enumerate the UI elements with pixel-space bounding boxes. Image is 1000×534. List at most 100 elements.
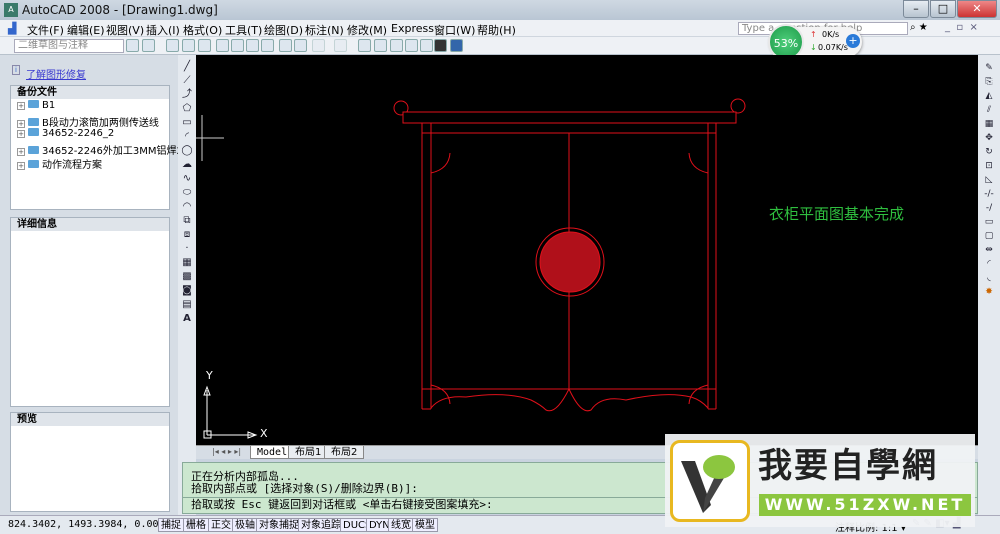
construction-line-icon[interactable]: ⟋: [181, 75, 193, 87]
app-menu-icon[interactable]: ▟: [8, 22, 16, 35]
menu-view[interactable]: 视图(V): [106, 22, 144, 38]
menu-modify[interactable]: 修改(M): [347, 22, 387, 38]
fillet2-icon[interactable]: ◟: [983, 273, 995, 284]
erase-icon[interactable]: ✎: [983, 63, 995, 74]
tab-layout1[interactable]: 布局1: [288, 446, 329, 459]
undo-icon[interactable]: [312, 39, 325, 52]
print-icon[interactable]: [216, 39, 229, 52]
mirror-icon[interactable]: ◭: [983, 91, 995, 102]
line-icon[interactable]: ╱: [181, 61, 193, 73]
offset-icon[interactable]: ⫽: [983, 105, 995, 116]
recovery-link[interactable]: 了解图形修复: [26, 66, 86, 81]
table-icon[interactable]: ▤: [181, 299, 193, 311]
folder-icon: [28, 118, 39, 126]
redo-icon[interactable]: [334, 39, 347, 52]
preview-panel: 预览: [10, 412, 170, 512]
menu-dimension[interactable]: 标注(N): [305, 22, 344, 38]
menu-window[interactable]: 窗口(W): [434, 22, 475, 38]
open-icon[interactable]: [182, 39, 195, 52]
polyline-icon[interactable]: ⤴: [181, 89, 193, 101]
ellipse-icon[interactable]: ⬭: [181, 187, 193, 199]
tree-item[interactable]: + B1: [17, 100, 55, 111]
help-icon[interactable]: [450, 39, 463, 52]
polygon-icon[interactable]: ⬠: [181, 103, 193, 115]
ellipse-arc-icon[interactable]: ◠: [181, 201, 193, 213]
sheet-set-icon[interactable]: [420, 39, 433, 52]
pencil-icon[interactable]: [279, 39, 292, 52]
workspace-icon[interactable]: [142, 39, 155, 52]
point-icon[interactable]: ·: [181, 243, 193, 255]
publish-icon[interactable]: [246, 39, 259, 52]
toggle-snap[interactable]: 捕捉: [158, 518, 184, 532]
menu-format[interactable]: 格式(O): [183, 22, 222, 38]
insert-block-icon[interactable]: ⧉: [181, 215, 193, 227]
maximize-button[interactable]: □: [930, 0, 956, 18]
trim-icon[interactable]: -/-: [983, 189, 995, 200]
extend-icon[interactable]: -/: [983, 203, 995, 214]
calculator-icon[interactable]: [434, 39, 447, 52]
hatch-icon[interactable]: ▦: [181, 257, 193, 269]
web-icon[interactable]: [261, 39, 274, 52]
menu-file[interactable]: 文件(F): [27, 22, 64, 38]
chamfer-icon[interactable]: ⇹: [983, 245, 995, 256]
toggle-ortho[interactable]: 正交: [208, 518, 234, 532]
spline-icon[interactable]: ∿: [181, 173, 193, 185]
save-icon[interactable]: [198, 39, 211, 52]
info-icon: i: [12, 65, 20, 75]
tab-nav-arrows[interactable]: |◂ ◂ ▸ ▸|: [212, 447, 241, 456]
make-block-icon[interactable]: ⧈: [181, 229, 193, 241]
tree-item[interactable]: +34652-2246_2: [17, 128, 114, 139]
design-center-icon[interactable]: [390, 39, 403, 52]
workspace-select[interactable]: 二维草图与注释: [14, 39, 124, 53]
close-button[interactable]: ✕: [957, 0, 997, 18]
properties-icon[interactable]: [374, 39, 387, 52]
toggle-model[interactable]: 模型: [412, 518, 438, 532]
tool-palette-icon[interactable]: [405, 39, 418, 52]
new-icon[interactable]: [166, 39, 179, 52]
preview-icon[interactable]: [231, 39, 244, 52]
rotate-icon[interactable]: ↻: [983, 147, 995, 158]
copy-icon[interactable]: ⎘: [983, 77, 995, 88]
join-icon[interactable]: ▢: [983, 231, 995, 242]
toggle-osnap[interactable]: 对象捕捉: [256, 518, 302, 532]
toggle-polar[interactable]: 极轴: [232, 518, 258, 532]
circle-icon[interactable]: ◯: [181, 145, 193, 157]
workspace-settings-icon[interactable]: [126, 39, 139, 52]
stretch-icon[interactable]: ◺: [983, 175, 995, 186]
tree-item[interactable]: + B段动力滚筒加两侧传送线: [17, 114, 159, 129]
tab-layout2[interactable]: 布局2: [324, 446, 365, 459]
scale-icon[interactable]: ⊡: [983, 161, 995, 172]
doc-window-controls[interactable]: _ ▫ ×: [945, 22, 978, 33]
menu-edit[interactable]: 编辑(E): [67, 22, 105, 38]
move-icon[interactable]: ✥: [983, 133, 995, 144]
array-icon[interactable]: ▦: [983, 119, 995, 130]
menu-express[interactable]: Express: [391, 22, 434, 35]
fillet-icon[interactable]: ◜: [983, 259, 995, 270]
tree-item[interactable]: + 动作流程方案: [17, 156, 102, 171]
toggle-grid[interactable]: 栅格: [183, 518, 209, 532]
region-icon[interactable]: ◙: [181, 285, 193, 297]
arc-icon[interactable]: ◜: [181, 131, 193, 143]
bottom-skirt: [430, 387, 709, 412]
revcloud-icon[interactable]: ☁: [181, 159, 193, 171]
mtext-icon[interactable]: A: [181, 313, 193, 325]
break-icon[interactable]: ▭: [983, 217, 995, 228]
menu-help[interactable]: 帮助(H): [477, 22, 516, 38]
menu-tools[interactable]: 工具(T): [225, 22, 262, 38]
tree-item[interactable]: +34652-2246外加工3MM铝焊2: [17, 142, 183, 157]
match-properties-icon[interactable]: [294, 39, 307, 52]
toggle-otrack[interactable]: 对象追踪: [298, 518, 344, 532]
explode-icon[interactable]: ✸: [983, 287, 995, 298]
plus-icon[interactable]: +: [846, 34, 860, 48]
gradient-icon[interactable]: ▩: [181, 271, 193, 283]
corner-tl: [430, 152, 451, 174]
window-title: AutoCAD 2008 - [Drawing1.dwg]: [22, 3, 218, 17]
menu-insert[interactable]: 插入(I): [146, 22, 180, 38]
rectangle-icon[interactable]: ▭: [181, 117, 193, 129]
drawing-canvas[interactable]: Y X 衣柜平面图基本完成: [196, 55, 978, 445]
search-icon[interactable]: ⌕ ★: [910, 22, 928, 33]
pan-icon[interactable]: [358, 39, 371, 52]
menu-draw[interactable]: 绘图(D): [264, 22, 303, 38]
minimize-button[interactable]: –: [903, 0, 929, 18]
toggle-lineweight[interactable]: 线宽: [388, 518, 414, 532]
